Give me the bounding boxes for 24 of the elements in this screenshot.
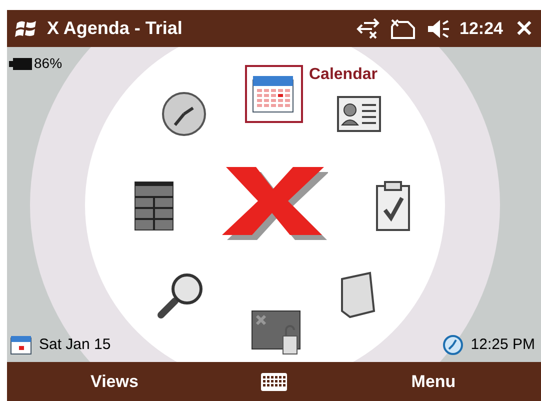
speaker-icon[interactable]: [426, 18, 450, 40]
launcher-item[interactable]: [245, 65, 303, 123]
windows-flag-icon[interactable]: [15, 18, 37, 38]
date-text[interactable]: Sat Jan 15: [39, 334, 111, 356]
connectivity-off-icon[interactable]: [356, 18, 380, 40]
battery-icon[interactable]: [9, 56, 33, 70]
softkey[interactable]: Views: [7, 368, 222, 394]
time-text[interactable]: 12:25 PM: [470, 334, 535, 356]
launcher-label: Calendar: [309, 65, 378, 85]
close-button[interactable]: ✕: [513, 18, 535, 40]
clock-icon: [161, 91, 207, 137]
signal-off-icon[interactable]: [390, 18, 416, 40]
clock-icon[interactable]: [442, 334, 463, 355]
keyboard-icon[interactable]: [260, 372, 288, 392]
clock-time[interactable]: 12:24: [460, 16, 503, 42]
x-logo-icon: [222, 165, 328, 241]
clipboard-check-icon: [375, 180, 411, 232]
window-title: X Agenda - Trial: [47, 17, 182, 40]
calendar-icon[interactable]: [9, 334, 33, 356]
contact-card-icon: [336, 95, 382, 133]
locked-window-icon: [251, 310, 303, 356]
softkey[interactable]: Menu: [326, 368, 541, 394]
battery-level: 86%: [34, 54, 62, 73]
table-grid-icon: [134, 181, 174, 231]
